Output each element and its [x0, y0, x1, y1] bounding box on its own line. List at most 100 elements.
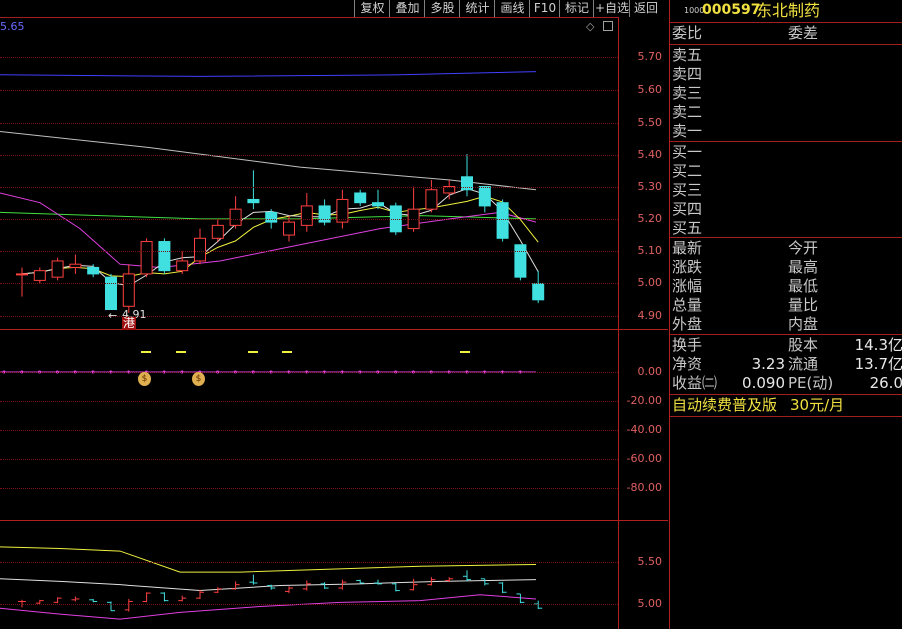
candlestick[interactable] [158, 238, 171, 274]
stat-row: 外盘 内盘 [670, 315, 902, 334]
candlestick[interactable] [105, 273, 117, 311]
bar-mark [285, 586, 293, 594]
buy-label: 买五 [672, 219, 703, 237]
candlestick[interactable] [16, 267, 28, 297]
toolbar-button-1[interactable]: 叠加 [389, 0, 425, 17]
candle-body [69, 263, 82, 268]
candlestick[interactable] [122, 264, 135, 313]
candle-body [16, 273, 28, 276]
toolbar-button-5[interactable]: F10 [529, 0, 560, 17]
toolbar-button-7[interactable]: +自选 [593, 0, 630, 17]
toolbar-button-2[interactable]: 多股 [424, 0, 460, 17]
chart-canvas[interactable] [0, 18, 618, 629]
ad-text[interactable]: 自动续费普及版 [672, 396, 777, 415]
stock-header: 1000 000597 东北制药 [670, 1, 902, 20]
y-tick-label: 5.20 [637, 212, 663, 225]
money-bag-icon[interactable]: $ [138, 372, 151, 386]
grid-line [0, 57, 618, 58]
toolbar-button-8[interactable]: 返回 [629, 0, 662, 17]
candle-body [140, 241, 153, 275]
candlestick[interactable] [318, 199, 331, 226]
ad-banner[interactable]: 自动续费普及版 30元/月 [670, 396, 902, 415]
candlestick[interactable] [69, 254, 82, 274]
candlestick[interactable] [176, 251, 189, 274]
bar-mark [463, 570, 471, 582]
grid-line [0, 187, 618, 188]
candlestick[interactable] [478, 186, 491, 213]
candlestick[interactable] [194, 228, 206, 265]
stock-code: 000597 [702, 2, 761, 18]
stat-label-right: 最低 [788, 277, 819, 295]
ma-line-yellow [21, 195, 539, 278]
bar-mark [89, 598, 98, 603]
sell-row: 卖二 [670, 103, 902, 122]
axis-separator [618, 17, 619, 629]
y-tick-label: 5.10 [637, 244, 663, 257]
jingzi-label: 净资 [672, 355, 703, 373]
candle-body [194, 237, 206, 262]
stat-label-left: 最新 [672, 239, 703, 257]
hk-badge[interactable]: 港 [122, 317, 137, 330]
grid-line [0, 459, 618, 460]
wei-row: 委比 委差 [670, 24, 902, 43]
candlestick[interactable] [407, 186, 420, 232]
candle-body [265, 211, 278, 223]
candlestick[interactable] [372, 189, 384, 210]
y-tick-label: -20.00 [626, 394, 662, 407]
ma-line-blue [0, 71, 537, 77]
candlestick[interactable] [140, 238, 153, 278]
candlestick[interactable] [51, 257, 64, 281]
sep-line [670, 334, 902, 335]
toolbar-button-6[interactable]: 标记 [559, 0, 594, 17]
candlestick[interactable] [532, 270, 545, 304]
candle-body [283, 221, 295, 236]
toolbar-button-0[interactable]: 复权 [354, 0, 390, 17]
candlestick[interactable] [33, 267, 46, 284]
buy-label: 买一 [672, 143, 703, 161]
bar-mark [124, 598, 133, 612]
stat-label-right: 内盘 [788, 315, 819, 333]
grid-line [0, 430, 618, 431]
candlestick[interactable] [229, 196, 242, 229]
candle-body [87, 266, 100, 275]
candle-body [158, 241, 171, 272]
money-bag-icon[interactable]: $ [192, 372, 205, 386]
quote-panel: 1000 000597 东北制药 委比 委差 卖五 卖四 卖三 卖二 卖一 买一 买二 买三… [669, 0, 902, 629]
boll-mid [0, 578, 537, 592]
y-tick-label: 0.00 [637, 365, 663, 378]
candlestick[interactable] [211, 218, 224, 242]
candlestick[interactable] [336, 189, 349, 229]
stat-label-right: 量比 [788, 296, 819, 314]
bar-mark [178, 595, 187, 602]
candlestick[interactable] [496, 199, 509, 242]
sell-row: 卖一 [670, 122, 902, 141]
bar-mark [71, 596, 80, 602]
ma-line-magenta [0, 192, 537, 268]
grid-line [0, 283, 618, 284]
sell-label: 卖三 [672, 84, 703, 102]
y-tick-label: 5.30 [637, 180, 663, 193]
guben-value: 14.3亿 [854, 336, 902, 354]
candle-body [496, 202, 509, 239]
candlestick[interactable] [354, 189, 367, 206]
stat-label-right: 最高 [788, 258, 819, 276]
y-tick-label: -60.00 [626, 452, 662, 465]
huanshou-label: 换手 [672, 336, 703, 354]
jingzi-row: 净资 3.23 流通 13.7亿 [670, 355, 902, 374]
candlestick[interactable] [300, 192, 313, 232]
candlestick[interactable] [425, 180, 438, 213]
pe-value: 26.0 [869, 374, 902, 392]
candle-body [372, 202, 384, 207]
candlestick[interactable] [443, 180, 456, 200]
candle-body [122, 273, 135, 307]
candle-body [105, 276, 117, 311]
toolbar-button-4[interactable]: 画线 [494, 0, 530, 17]
candlestick[interactable] [461, 154, 473, 197]
candle-body [51, 260, 64, 278]
ad-price[interactable]: 30元/月 [790, 396, 844, 415]
toolbar-button-3[interactable]: 统计 [459, 0, 495, 17]
candle-body [247, 198, 260, 204]
buy-row: 买五 [670, 219, 902, 238]
candlestick[interactable] [247, 170, 260, 210]
stat-label-right: 今开 [788, 239, 819, 257]
